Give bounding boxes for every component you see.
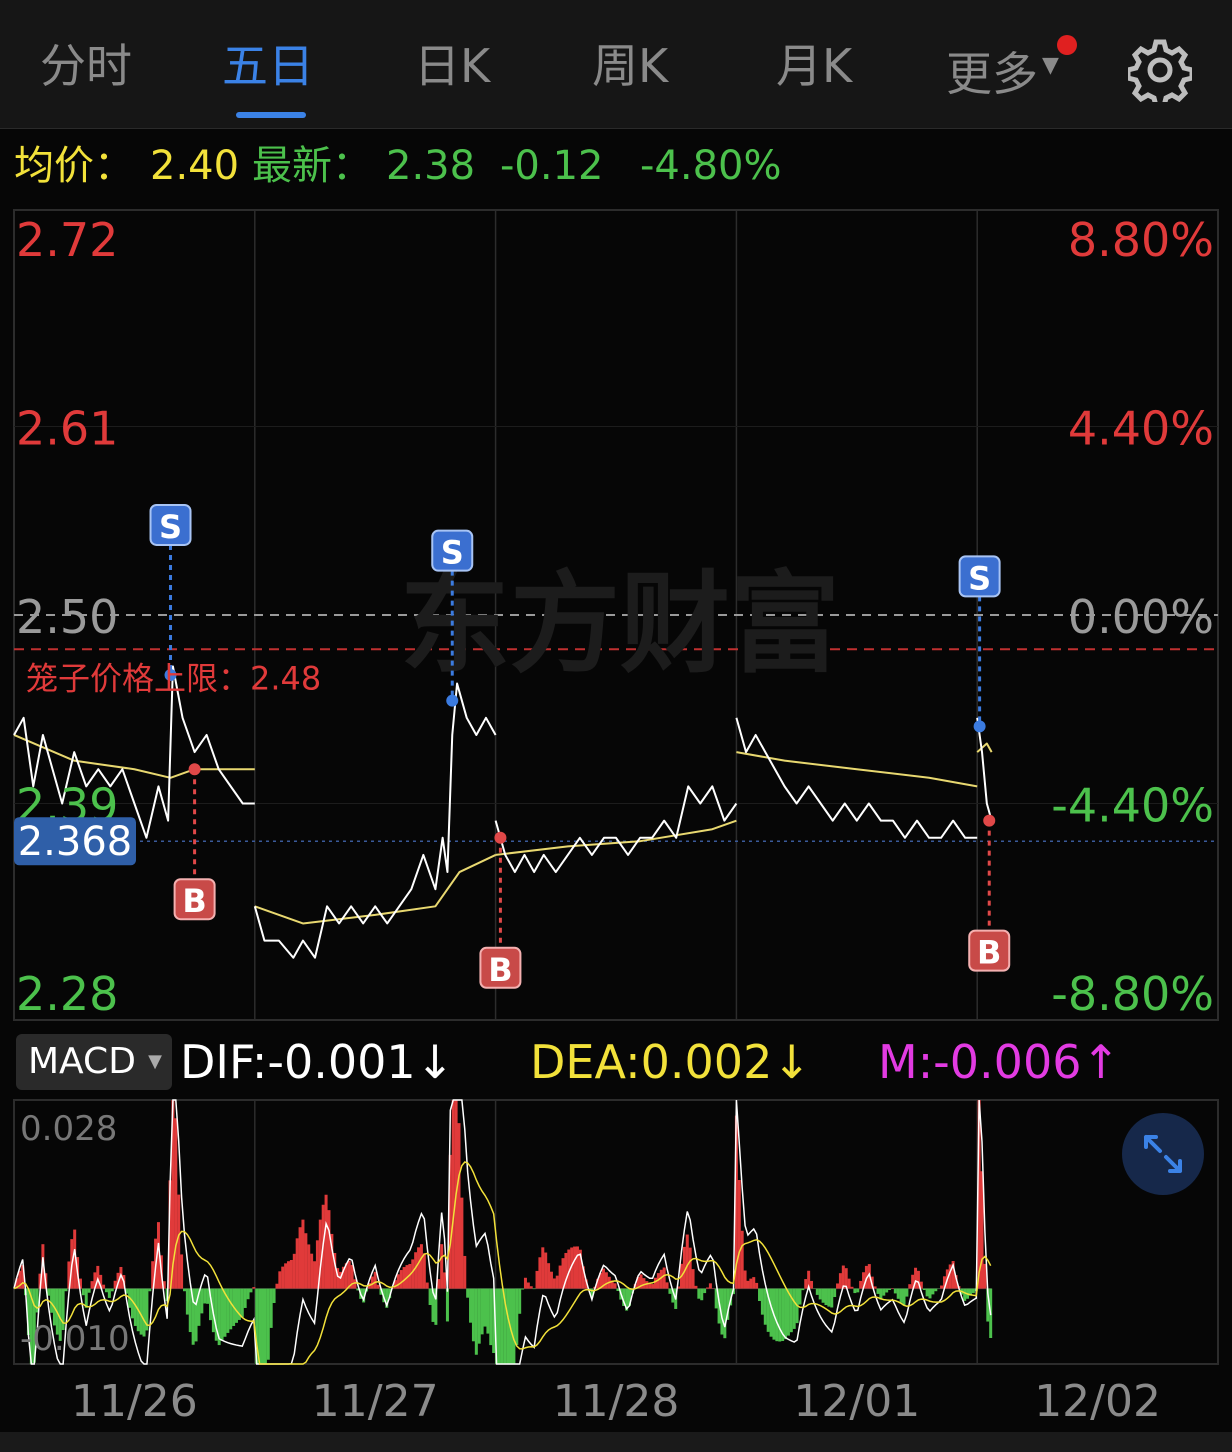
five-day-price-chart[interactable]: 东方财富 SBSBSB 2.722.612.502.392.288.80%4.4… [0, 202, 1232, 1028]
price-change: -0.12 [500, 143, 604, 189]
price-line [494, 785, 738, 874]
down-arrow-icon: ↓ [772, 1035, 811, 1089]
sell-marker-dot [973, 720, 986, 733]
expand-icon[interactable] [1122, 1113, 1204, 1195]
y-tick-label-right: -8.80% [1051, 967, 1214, 1021]
avg-price-line [736, 751, 978, 788]
price-line [976, 717, 993, 821]
macd-dea-value: DEA:0.002 [530, 1035, 773, 1089]
y-tick-label-right: 4.40% [1068, 402, 1214, 456]
avg-price-line [254, 854, 497, 925]
date-axis-labels: 11/26 11/27 11/28 12/01 12/02 [71, 1376, 1161, 1427]
macd-m-readout: M:-0.006↑ [878, 1030, 1120, 1094]
price-limit-label: 笼子价格上限：2.48 [26, 659, 321, 697]
tab-intraday[interactable]: 分时 [40, 36, 132, 96]
price-line [735, 717, 978, 839]
tab-more-label: 更多 [946, 47, 1038, 101]
sell-marker-text: S [159, 508, 182, 546]
macd-dif-readout: DIF:-0.001↓ [180, 1030, 454, 1094]
price-info-bar: 均价： 2.40 最新： 2.38 -0.12 -4.80% [0, 130, 1232, 202]
gear-icon[interactable] [1125, 38, 1195, 109]
sell-marker-text: S [968, 559, 991, 597]
x-tick-label: 11/26 [71, 1376, 198, 1427]
sell-marker-dot [446, 694, 459, 707]
avg-price-line [976, 742, 993, 753]
up-arrow-icon: ↑ [1081, 1035, 1121, 1089]
indicator-selector-label: MACD [28, 1041, 136, 1082]
avg-price-line [13, 734, 255, 779]
macd-histogram [15, 1100, 993, 1364]
dropdown-triangle-icon: ▼ [1042, 53, 1059, 78]
avg-price-value: 2.40 [150, 143, 240, 189]
macd-y-top-label: 0.028 [20, 1109, 117, 1149]
buy-marker-text: B [977, 934, 1001, 972]
y-tick-label-right: 8.80% [1068, 213, 1214, 267]
macd-m-value: M:-0.006 [878, 1035, 1082, 1089]
y-tick-label-right: -4.40% [1051, 779, 1214, 833]
x-tick-label: 12/02 [1034, 1376, 1161, 1427]
avg-price-label: 均价： [14, 143, 134, 189]
price-change-percent: -4.80% [640, 143, 782, 189]
current-price-label: 2.368 [18, 819, 133, 865]
indicator-selector[interactable]: MACD ▼ [16, 1034, 172, 1090]
tab-daily-k[interactable]: 日K [414, 36, 490, 96]
macd-dif-value: DIF:-0.001 [180, 1035, 416, 1089]
watermark-text: 东方财富 [400, 560, 840, 688]
y-tick-label-right: 0.00% [1068, 590, 1214, 644]
macd-y-bottom-label: -0.010 [20, 1319, 130, 1359]
buy-marker-text: B [488, 951, 512, 989]
buy-marker-dot [494, 831, 507, 844]
active-tab-indicator [236, 112, 306, 118]
tab-monthly-k[interactable]: 月K [776, 36, 852, 96]
buy-marker-text: B [182, 882, 206, 920]
price-lines [13, 665, 993, 959]
notification-dot [1057, 35, 1077, 55]
bottom-bar [0, 1432, 1232, 1452]
period-tab-bar: 分时 五日 日K 周K 月K 更多 ▼ [0, 0, 1232, 129]
down-arrow-icon: ↓ [415, 1035, 455, 1089]
tab-more[interactable]: 更多 ▼ [946, 36, 1059, 104]
y-tick-label-left: 2.28 [16, 967, 118, 1021]
x-tick-label: 11/28 [553, 1376, 680, 1427]
y-tick-label-left: 2.72 [16, 213, 118, 267]
macd-dea-readout: DEA:0.002↓ [530, 1030, 811, 1094]
price-line [253, 682, 497, 959]
dropdown-triangle-icon: ▼ [148, 1051, 162, 1072]
buy-marker-dot [188, 763, 201, 776]
buy-marker-dot [983, 814, 996, 827]
y-tick-label-left: 2.61 [16, 402, 118, 456]
macd-chart[interactable]: 0.028 -0.010 11/26 11/27 11/28 12/01 12/02 [0, 1092, 1232, 1432]
latest-price-value: 2.38 [386, 143, 476, 189]
sell-marker-text: S [441, 534, 464, 572]
tab-weekly-k[interactable]: 周K [592, 36, 668, 96]
x-tick-label: 11/27 [312, 1376, 439, 1427]
latest-price-label: 最新： [252, 143, 372, 189]
tab-five-day[interactable]: 五日 [222, 36, 314, 96]
x-tick-label: 12/01 [793, 1376, 920, 1427]
y-tick-label-left: 2.50 [16, 590, 118, 644]
